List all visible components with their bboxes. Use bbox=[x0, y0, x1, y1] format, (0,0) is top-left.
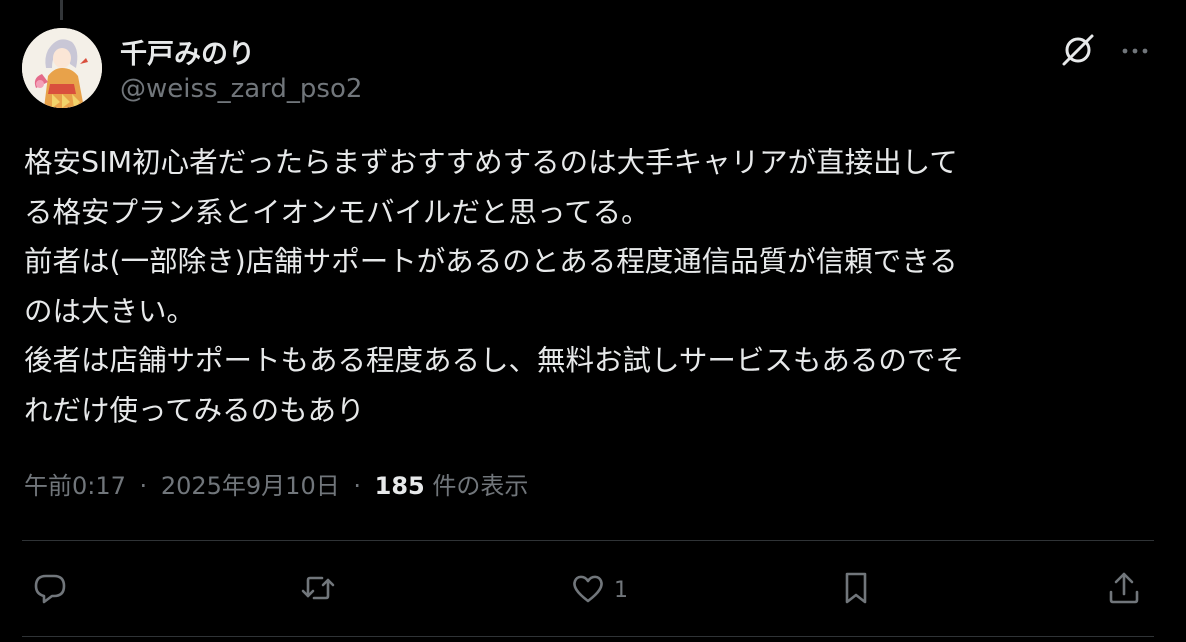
post-text-line: 前者は(一部除き)店舗サポートがあるのとある程度通信品質が信頼できる bbox=[24, 245, 958, 278]
post-header: 千戸みのり @weiss_zard_pso2 bbox=[22, 28, 1156, 108]
repost-button[interactable] bbox=[298, 568, 344, 612]
like-icon bbox=[568, 568, 608, 612]
bookmark-icon bbox=[836, 568, 876, 612]
meta-separator: · bbox=[139, 472, 148, 500]
meta-separator: · bbox=[353, 472, 361, 500]
post-text-line: のは大きい。 bbox=[24, 294, 196, 328]
post-text-line: 後者は店舗サポートもある程度あるし、無料お試しサービスもあるのでそ bbox=[24, 344, 964, 377]
post-date[interactable]: 2025年9月10日 bbox=[161, 472, 340, 500]
more-icon[interactable] bbox=[1118, 34, 1152, 68]
bookmark-button[interactable] bbox=[836, 568, 882, 612]
avatar[interactable] bbox=[22, 28, 102, 108]
thread-connector-line bbox=[60, 0, 63, 20]
repost-icon bbox=[298, 568, 338, 612]
like-button[interactable]: 1 bbox=[568, 568, 628, 612]
post-metadata: 午前0:17 · 2025年9月10日 · 185 件の表示 bbox=[24, 466, 528, 501]
post-time[interactable]: 午前0:17 bbox=[24, 472, 126, 500]
post-text: 格安SIM初心者だったらまずおすすめするのは大手キャリアが直接出して る格安プラ… bbox=[24, 138, 1164, 435]
post-text-line: 格安SIM初心者だったらまずおすすめするのは大手キャリアが直接出して bbox=[24, 146, 958, 179]
like-count: 1 bbox=[614, 577, 628, 603]
post-text-line: る格安プラン系とイオンモバイルだと思ってる。 bbox=[24, 195, 650, 229]
views-label[interactable]: 件の表示 bbox=[432, 472, 528, 500]
reply-icon bbox=[30, 568, 70, 612]
post-text-line: れだけ使ってみるのもあり bbox=[24, 393, 365, 427]
action-bar: 1 bbox=[22, 560, 1154, 620]
views-count[interactable]: 185 bbox=[375, 472, 425, 500]
divider bbox=[22, 636, 1154, 637]
author-name[interactable]: 千戸みのり bbox=[120, 32, 255, 71]
author-handle[interactable]: @weiss_zard_pso2 bbox=[120, 74, 362, 104]
grok-icon[interactable] bbox=[1058, 30, 1098, 70]
share-icon bbox=[1104, 568, 1144, 612]
avatar-image bbox=[22, 28, 102, 108]
reply-button[interactable] bbox=[30, 568, 76, 612]
share-button[interactable] bbox=[1104, 568, 1144, 612]
divider bbox=[22, 540, 1154, 541]
